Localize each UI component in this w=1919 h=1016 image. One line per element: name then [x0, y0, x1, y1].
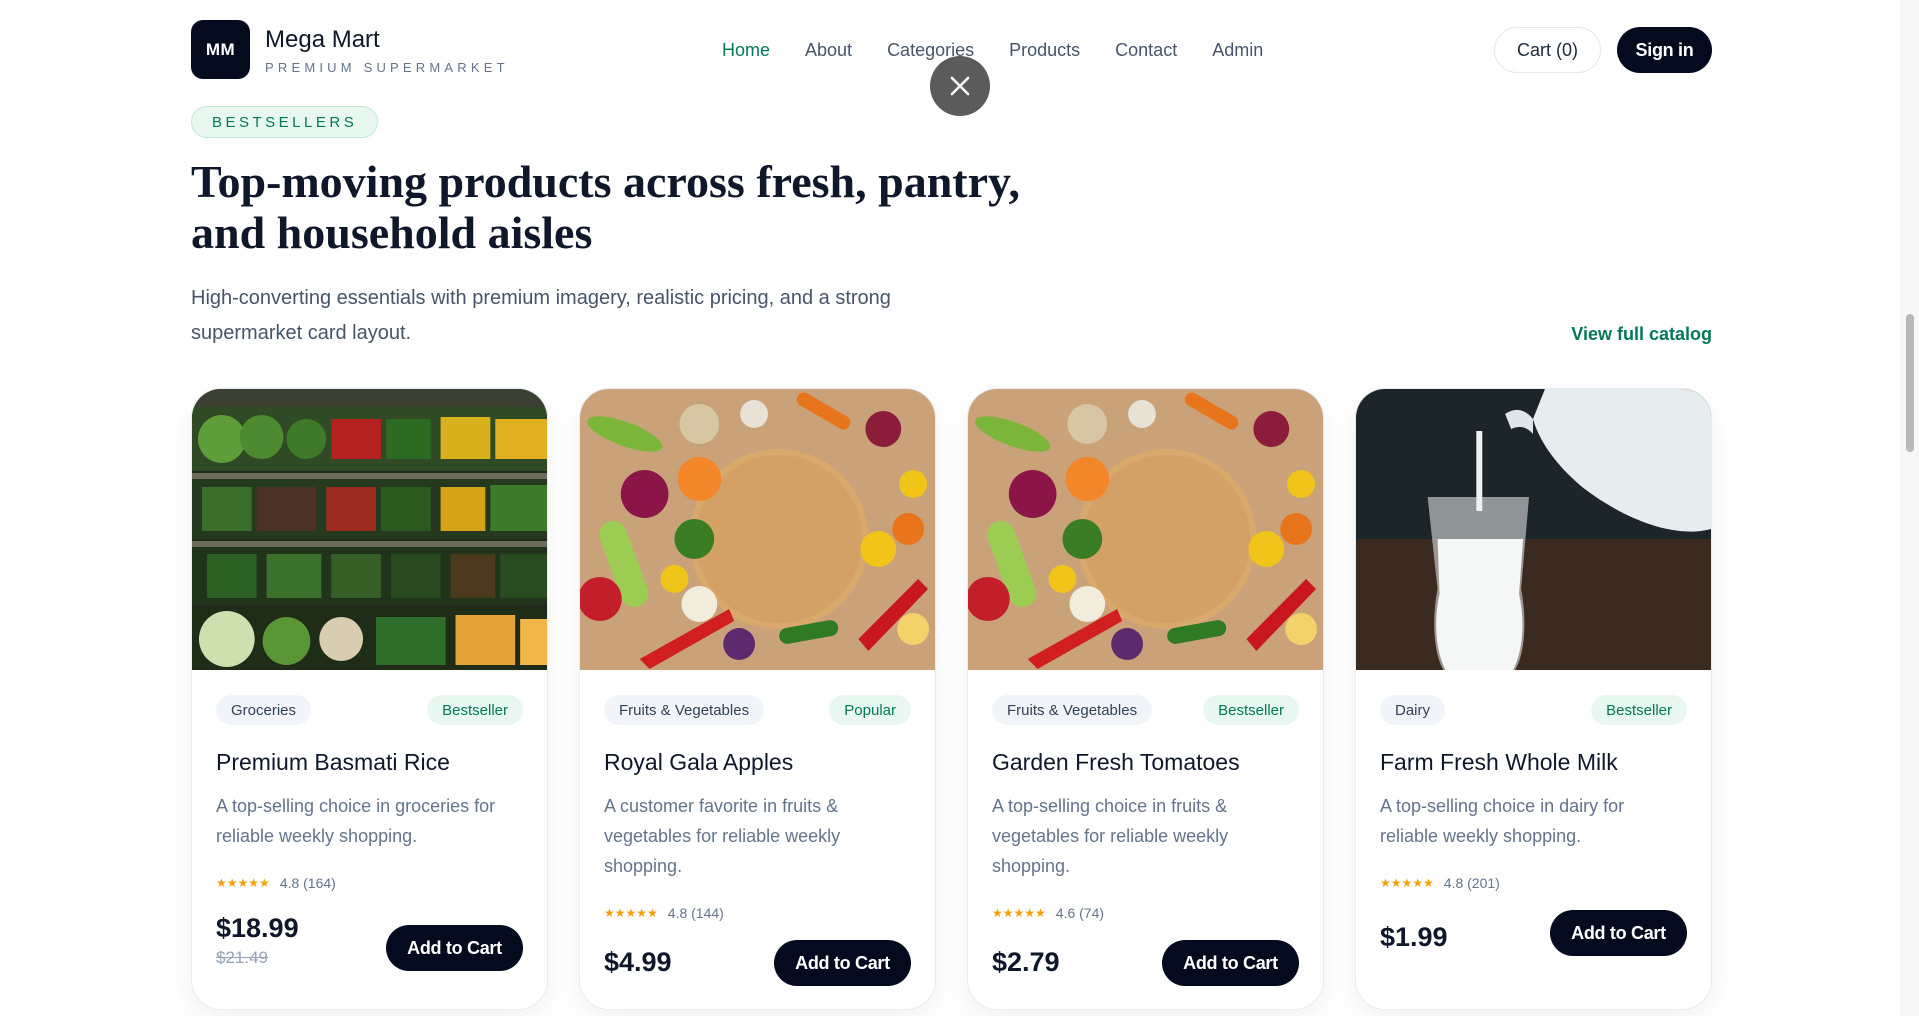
- product-name[interactable]: Farm Fresh Whole Milk: [1380, 749, 1618, 776]
- rating-stars: ★★★★★: [1380, 876, 1434, 890]
- section-subtitle: High-converting essentials with premium …: [191, 287, 891, 344]
- product-rating: ★★★★★ 4.8 (164): [216, 875, 336, 891]
- nav-link-admin[interactable]: Admin: [1212, 40, 1263, 61]
- product-price: $1.99: [1380, 922, 1448, 952]
- product-name[interactable]: Premium Basmati Rice: [216, 749, 450, 776]
- status-badge: Popular: [829, 695, 911, 725]
- vegetables-board-photo: [968, 389, 1323, 670]
- rating-stars: ★★★★★: [604, 906, 658, 920]
- status-badge: Bestseller: [1591, 695, 1687, 725]
- close-icon: [950, 76, 970, 96]
- rating-value: 4.8 (144): [667, 905, 724, 921]
- add-to-cart-button[interactable]: Add to Cart: [1550, 910, 1687, 956]
- add-to-cart-button[interactable]: Add to Cart: [1162, 940, 1299, 986]
- section-headline: Top-moving products across fresh, pantry…: [191, 156, 1020, 258]
- close-button[interactable]: [930, 56, 990, 116]
- category-pill: Dairy: [1380, 695, 1446, 725]
- brand-tagline: PREMIUM SUPERMARKET: [265, 60, 509, 75]
- product-card[interactable]: Fruits & Vegetables Bestseller Garden Fr…: [967, 388, 1324, 1010]
- product-card[interactable]: Fruits & Vegetables Popular Royal Gala A…: [579, 388, 936, 1010]
- view-catalog-link[interactable]: View full catalog: [1571, 324, 1712, 345]
- product-image[interactable]: [580, 389, 935, 670]
- product-old-price: $21.49: [216, 948, 268, 967]
- nav-link-contact[interactable]: Contact: [1115, 40, 1177, 61]
- milk-pour-photo: [1356, 389, 1711, 670]
- sign-in-button[interactable]: Sign in: [1617, 27, 1712, 73]
- product-price: $18.99: [216, 913, 299, 943]
- product-price: $2.79: [992, 947, 1060, 977]
- product-card[interactable]: Dairy Bestseller Farm Fresh Whole Milk A…: [1355, 388, 1712, 1010]
- rating-value: 4.8 (201): [1443, 875, 1500, 891]
- rating-value: 4.6 (74): [1055, 905, 1105, 921]
- nav-link-home[interactable]: Home: [722, 40, 770, 61]
- supermarket-shelf-photo: [192, 389, 547, 670]
- page-scrollbar[interactable]: [1900, 0, 1919, 1016]
- product-description: A top-selling choice in dairy for reliab…: [1380, 796, 1625, 846]
- brand-name[interactable]: Mega Mart: [265, 26, 380, 54]
- nav-link-products[interactable]: Products: [1009, 40, 1080, 61]
- product-image[interactable]: [192, 389, 547, 670]
- rating-value: 4.8 (164): [279, 875, 336, 891]
- main-nav: Home About Categories Products Contact A…: [722, 40, 1263, 61]
- nav-link-about[interactable]: About: [805, 40, 852, 61]
- brand-logo[interactable]: MM: [191, 20, 250, 79]
- status-badge: Bestseller: [1203, 695, 1299, 725]
- product-image[interactable]: [1356, 389, 1711, 670]
- product-image[interactable]: [968, 389, 1323, 670]
- cart-button[interactable]: Cart (0): [1494, 27, 1601, 73]
- status-badge: Bestseller: [427, 695, 523, 725]
- product-description: A top-selling choice in fruits & vegetab…: [992, 796, 1229, 876]
- scrollbar-thumb[interactable]: [1906, 314, 1914, 452]
- product-description: A customer favorite in fruits & vegetabl…: [604, 796, 841, 876]
- rating-stars: ★★★★★: [216, 876, 270, 890]
- product-rating: ★★★★★ 4.8 (144): [604, 905, 724, 921]
- section-eyebrow: BESTSELLERS: [191, 106, 379, 138]
- product-price: $4.99: [604, 947, 672, 977]
- add-to-cart-button[interactable]: Add to Cart: [386, 925, 523, 971]
- category-pill: Fruits & Vegetables: [604, 695, 765, 725]
- product-rating: ★★★★★ 4.8 (201): [1380, 875, 1500, 891]
- rating-stars: ★★★★★: [992, 906, 1046, 920]
- category-pill: Fruits & Vegetables: [992, 695, 1153, 725]
- product-name[interactable]: Garden Fresh Tomatoes: [992, 749, 1240, 776]
- product-name[interactable]: Royal Gala Apples: [604, 749, 793, 776]
- add-to-cart-button[interactable]: Add to Cart: [774, 940, 911, 986]
- product-rating: ★★★★★ 4.6 (74): [992, 905, 1104, 921]
- category-pill: Groceries: [216, 695, 312, 725]
- product-description: A top-selling choice in groceries for re…: [216, 796, 496, 846]
- vegetables-board-photo: [580, 389, 935, 670]
- product-card[interactable]: Groceries Bestseller Premium Basmati Ric…: [191, 388, 548, 1010]
